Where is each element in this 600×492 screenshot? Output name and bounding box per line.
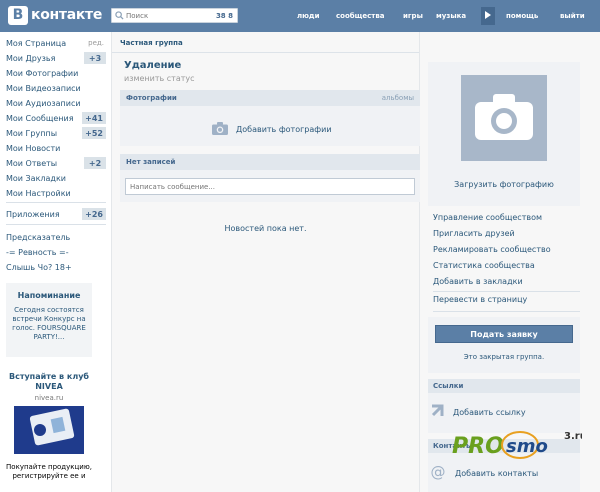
ad-image: [14, 406, 84, 454]
sidebar-item-messages[interactable]: Мои Сообщения +41: [6, 111, 106, 125]
photos-block-header: Фотографии альбомы: [120, 90, 420, 106]
page-title: Удаление: [124, 60, 182, 71]
answers-badge: +2: [84, 157, 106, 169]
camera-icon: [475, 94, 533, 142]
sidebar-item-answers[interactable]: Мои Ответы +2: [6, 156, 106, 170]
nav-logout[interactable]: выйти: [560, 0, 585, 32]
edit-link[interactable]: ред.: [88, 39, 104, 47]
main-column: Частная группа Удаление изменить статус …: [111, 32, 420, 492]
sidebar-item-settings[interactable]: Мои Настройки: [6, 186, 106, 200]
logo-mark: В: [8, 5, 28, 25]
reminder-title: Напоминание: [17, 291, 81, 300]
friends-badge: +3: [84, 52, 106, 64]
group-photo-box: Загрузить фотографию: [428, 62, 580, 206]
right-divider: [433, 291, 580, 292]
add-contacts-button[interactable]: @ Добавить контакты: [430, 463, 539, 482]
top-header: В контакте 38 8 люди сообщества игры муз…: [0, 0, 600, 32]
convert-to-page-link[interactable]: Перевести в страницу: [433, 295, 527, 304]
sidebar-divider: [6, 202, 106, 203]
ad-title: Вступайте в клуб NIVEA: [8, 372, 89, 391]
add-photos-button[interactable]: Добавить фотографии: [212, 122, 332, 137]
breadcrumb: Частная группа: [120, 39, 183, 47]
watermark-suffix: 3.ru: [564, 431, 582, 442]
reminder-box[interactable]: Напоминание Сегодня состоятся встречи Ко…: [6, 283, 92, 357]
links-block-header: Ссылки: [428, 379, 580, 393]
apply-box: Подать заявку Это закрытая группа.: [428, 317, 580, 373]
manage-community-link[interactable]: Управление сообществом: [433, 213, 542, 222]
at-sign-icon: @: [430, 463, 446, 482]
upload-photo-link[interactable]: Загрузить фотографию: [428, 180, 580, 189]
add-bookmark-link[interactable]: Добавить в закладки: [433, 277, 523, 286]
sidebar-item-news[interactable]: Мои Новости: [6, 141, 106, 155]
advertise-community-link[interactable]: Рекламировать сообщество: [433, 245, 551, 254]
left-sidebar: Моя Страница ред. Мои Друзья +3 Мои Фото…: [0, 32, 110, 492]
play-icon: [485, 11, 491, 21]
post-message-input[interactable]: [125, 178, 415, 195]
sidebar-app-link[interactable]: Предсказатель: [6, 230, 106, 244]
change-status-link[interactable]: изменить статус: [124, 74, 195, 83]
breadcrumb-divider: [112, 52, 419, 53]
invite-friends-link[interactable]: Пригласить друзей: [433, 229, 515, 238]
search-icon: [112, 11, 126, 20]
sidebar-app-link[interactable]: -= Ревность =-: [6, 245, 106, 259]
right-column: Загрузить фотографию Управление сообщест…: [420, 32, 600, 492]
sidebar-item-my-page[interactable]: Моя Страница ред.: [6, 36, 106, 50]
sidebar-item-photos[interactable]: Мои Фотографии: [6, 66, 106, 80]
sidebar-item-groups[interactable]: Мои Группы +52: [6, 126, 106, 140]
group-photo-placeholder[interactable]: [461, 75, 547, 161]
ad-text: Покупайте продукцию, регистрируйте ее и: [6, 463, 92, 480]
sidebar-item-audio[interactable]: Мои Аудиозаписи: [6, 96, 106, 110]
music-play-button[interactable]: [481, 7, 495, 25]
apps-badge: +26: [82, 208, 106, 220]
ad-domain: nivea.ru: [34, 394, 64, 402]
closed-group-note: Это закрытая группа.: [463, 353, 545, 361]
ad-block[interactable]: Вступайте в клуб NIVEA nivea.ru Покупайт…: [6, 372, 92, 481]
sidebar-item-videos[interactable]: Мои Видеозаписи: [6, 81, 106, 95]
messages-badge: +41: [82, 112, 106, 124]
nav-music[interactable]: музыка: [436, 0, 466, 32]
nav-communities[interactable]: сообщества: [336, 0, 385, 32]
no-news-text: Новостей пока нет.: [224, 224, 307, 233]
svg-text:@: @: [431, 464, 446, 480]
nav-people[interactable]: люди: [297, 0, 320, 32]
albums-link[interactable]: альбомы: [382, 94, 414, 102]
nav-help[interactable]: помощь: [506, 0, 538, 32]
wall-header-title: Нет записей: [126, 158, 176, 166]
photos-header-title: Фотографии: [126, 94, 177, 102]
right-divider: [433, 311, 580, 312]
logo-text: контакте: [31, 7, 103, 23]
arrow-icon: [430, 403, 444, 421]
search-box: 38 8: [111, 8, 238, 23]
add-link-button[interactable]: Добавить ссылку: [430, 403, 526, 421]
watermark-text-b: smo: [506, 436, 548, 457]
nav-games[interactable]: игры: [403, 0, 423, 32]
community-stats-link[interactable]: Статистика сообщества: [433, 261, 535, 270]
camera-icon: [212, 122, 228, 137]
promo-watermark: PRO smo 3.ru: [452, 425, 587, 465]
apply-button[interactable]: Подать заявку: [435, 325, 573, 343]
watermark-text-a: PRO: [452, 434, 504, 459]
groups-badge: +52: [82, 127, 106, 139]
sidebar-item-bookmarks[interactable]: Мои Закладки: [6, 171, 106, 185]
search-input[interactable]: [126, 11, 210, 20]
reminder-body: Сегодня состоятся встречи Конкурс на гол…: [12, 306, 86, 341]
search-count: 38 8: [215, 11, 233, 20]
sidebar-app-link[interactable]: Слышь Чо? 18+: [6, 260, 106, 274]
sidebar-divider: [6, 224, 106, 225]
vk-logo[interactable]: В контакте: [8, 5, 102, 25]
sidebar-item-apps[interactable]: Приложения +26: [6, 207, 106, 221]
wall-block-header: Нет записей: [120, 154, 420, 170]
sidebar-item-friends[interactable]: Мои Друзья +3: [6, 51, 106, 65]
